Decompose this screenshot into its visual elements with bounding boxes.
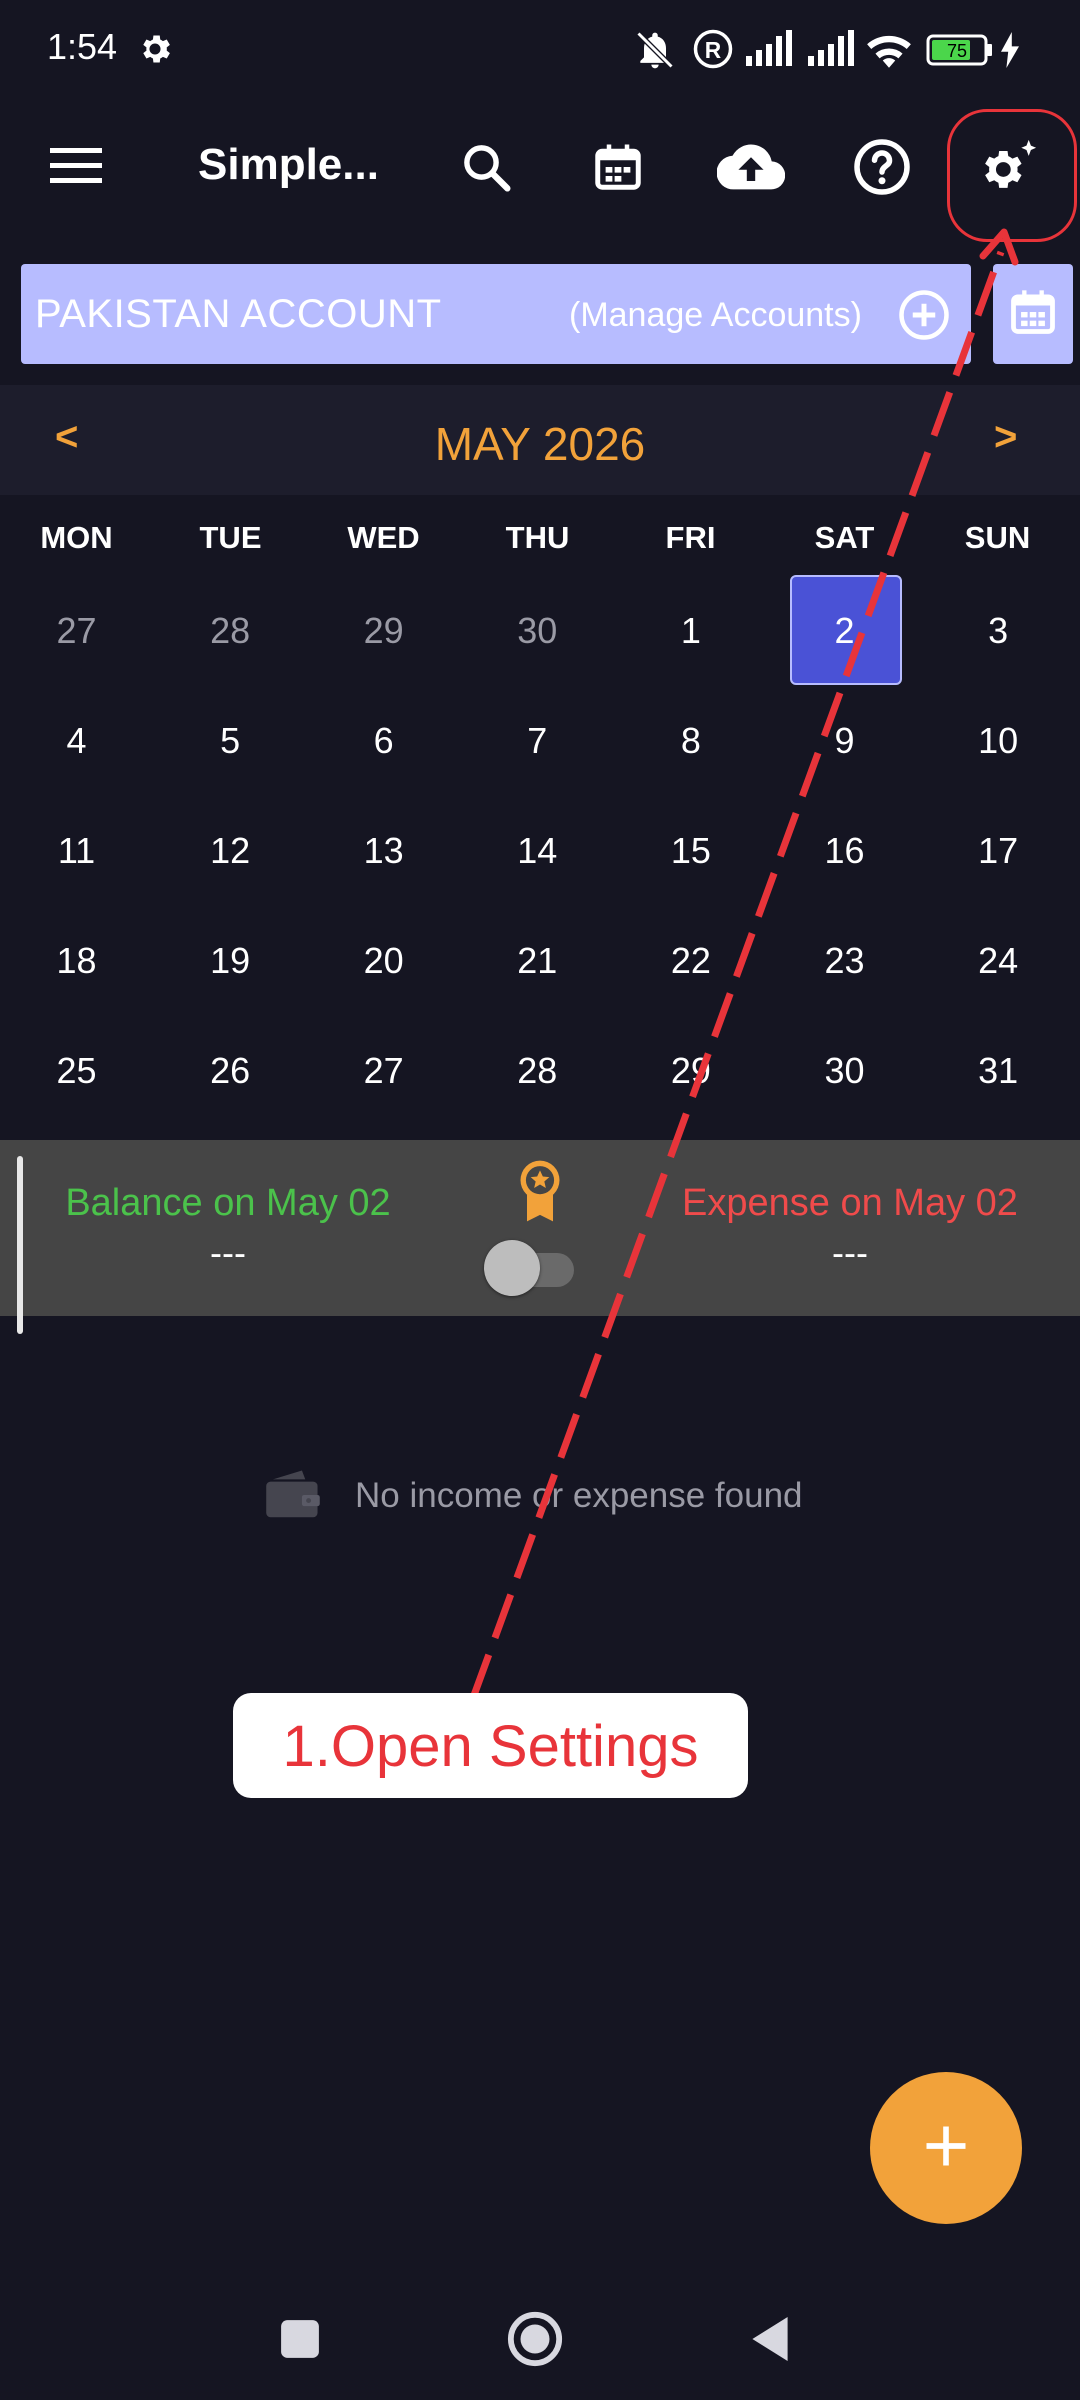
plus-icon xyxy=(920,2120,972,2177)
home-button[interactable] xyxy=(506,2310,564,2373)
back-button[interactable] xyxy=(748,2314,792,2369)
annotation-highlight-ring xyxy=(947,109,1077,242)
annotation-text: 1.Open Settings xyxy=(282,1714,699,1779)
annotation-callout: 1.Open Settings xyxy=(233,1693,748,1798)
recents-button[interactable] xyxy=(279,2318,321,2365)
system-nav-bar xyxy=(0,2290,1080,2400)
add-transaction-button[interactable] xyxy=(870,2072,1022,2224)
annotation-arrow xyxy=(469,228,1019,1700)
